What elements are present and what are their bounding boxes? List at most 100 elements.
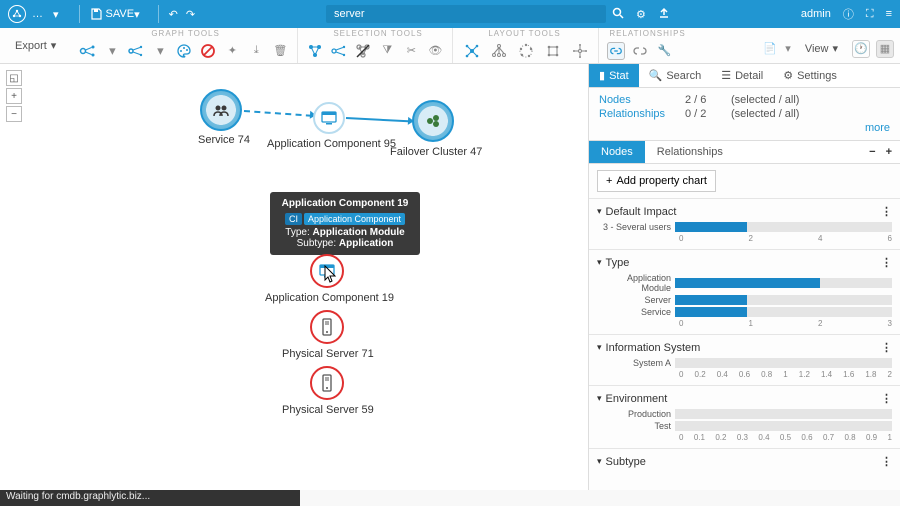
clock-icon[interactable]: 🕐 [852, 40, 870, 58]
chart-menu-icon[interactable]: ⋮ [881, 256, 892, 269]
document-icon[interactable]: 📄 [761, 40, 779, 58]
tab-stat[interactable]: ▮Stat [589, 64, 639, 87]
divider [79, 5, 80, 23]
fullscreen-icon[interactable]: ⛶ [866, 8, 874, 21]
wrench-icon[interactable]: 🔧 [655, 42, 673, 60]
chevron-down-icon[interactable]: ▾ [597, 393, 602, 404]
link-edit-icon[interactable] [631, 42, 649, 60]
node-appcomp19[interactable] [310, 254, 344, 288]
node-tooltip: Application Component 19 CIApplication C… [270, 192, 420, 255]
chart-menu-icon[interactable]: ⋮ [881, 455, 892, 468]
info-rel-link[interactable]: Relationships [599, 108, 679, 120]
tab-detail[interactable]: ☰Detail [711, 64, 773, 87]
zoom-in-icon[interactable]: + [6, 88, 22, 104]
forbid-icon[interactable] [199, 42, 217, 60]
info-nodes-link[interactable]: Nodes [599, 94, 679, 106]
chevron-down-icon[interactable]: ▾ [597, 456, 602, 467]
subtab-nodes[interactable]: Nodes [589, 141, 645, 163]
node-tool-icon[interactable] [79, 42, 97, 60]
node-failover47[interactable] [412, 100, 454, 142]
chart-menu-icon[interactable]: ⋮ [881, 205, 892, 218]
hamburger-icon[interactable]: ≡ [886, 8, 892, 20]
chart-row: Production [597, 409, 892, 419]
search-input[interactable] [326, 5, 606, 23]
info-icon[interactable]: ⓘ [843, 6, 854, 22]
plus-icon[interactable]: + [886, 146, 892, 158]
selection-tools-label: SELECTION TOOLS [333, 29, 422, 38]
link-tool-icon[interactable] [607, 42, 625, 60]
chart-tick: 2 [749, 234, 753, 243]
search-icon[interactable] [612, 7, 624, 22]
chart-tick: 1.6 [843, 370, 854, 379]
layout-circle-icon[interactable] [515, 42, 536, 60]
filter-icon[interactable]: ⧩ [378, 42, 396, 60]
chevron-down-icon[interactable]: ▾ [785, 42, 791, 55]
sidebar-toggle-icon[interactable]: ▦ [876, 40, 894, 58]
chart-tick: 0.7 [823, 433, 834, 442]
admin-label[interactable]: admin [801, 8, 831, 20]
save-button[interactable]: SAVE ▾ [90, 8, 140, 21]
select-all-icon[interactable] [306, 42, 324, 60]
node-label-physsrv71: Physical Server 71 [282, 348, 374, 360]
select-chain-icon[interactable] [330, 42, 348, 60]
tab-settings[interactable]: ⚙Settings [773, 64, 847, 87]
layout-tree-icon[interactable] [488, 42, 509, 60]
chart-category-label: Service [597, 307, 675, 317]
undo-icon[interactable]: ↶ [169, 8, 178, 21]
clear-selection-icon[interactable] [354, 42, 372, 60]
add-property-chart-button[interactable]: + Add property chart [597, 170, 716, 192]
chart-tick: 2 [818, 319, 822, 328]
graph-canvas[interactable]: ◱ + − Service 74 Application Component 9… [0, 64, 588, 490]
chevron-down-icon[interactable]: ▾ [151, 42, 169, 60]
eye-icon[interactable]: 👁 [426, 42, 444, 60]
chart-category-label: Application Module [597, 273, 675, 293]
download-icon[interactable]: ⤓ [247, 42, 265, 60]
node-service74[interactable] [200, 89, 242, 131]
fit-icon[interactable]: ◱ [6, 70, 22, 86]
palette-icon[interactable] [175, 42, 193, 60]
app-logo-icon[interactable] [8, 5, 26, 23]
redo-icon[interactable]: ↷ [186, 8, 195, 21]
chart-bar-track [675, 278, 892, 288]
chart-row: System A [597, 358, 892, 368]
minus-icon[interactable]: − [869, 146, 875, 158]
export-button[interactable]: Export ▾ [6, 35, 65, 56]
edge-2 [346, 117, 411, 122]
gears-icon[interactable]: ⚙ [636, 8, 646, 21]
chart-tick: 0.1 [694, 433, 705, 442]
side-panel: ▮Stat 🔍Search ☰Detail ⚙Settings Nodes 2 … [588, 64, 900, 490]
star-icon[interactable]: ✦ [223, 42, 241, 60]
chart-title: Information System [606, 342, 701, 354]
chart-tick: 3 [888, 319, 892, 328]
zoom-out-icon[interactable]: − [6, 106, 22, 122]
branch-tool-icon[interactable] [127, 42, 145, 60]
tooltip-ci-prefix: CI [285, 213, 302, 225]
save-icon [90, 8, 102, 20]
chart-menu-icon[interactable]: ⋮ [881, 341, 892, 354]
subtab-relationships[interactable]: Relationships [645, 141, 735, 163]
layout-radial-icon[interactable] [569, 42, 590, 60]
chevron-down-icon: ▾ [832, 42, 838, 55]
view-button[interactable]: View ▾ [797, 39, 846, 58]
chart-menu-icon[interactable]: ⋮ [881, 392, 892, 405]
node-physsrv71[interactable] [310, 310, 344, 344]
chart-axis: 00.10.20.30.40.50.60.70.80.91 [679, 433, 892, 442]
upload-icon[interactable] [658, 7, 670, 22]
chevron-down-icon[interactable]: ▾ [103, 42, 121, 60]
divider [158, 5, 159, 23]
cut-icon[interactable]: ✂ [402, 42, 420, 60]
chart-bar-track [675, 358, 892, 368]
chart-tick: 0.6 [739, 370, 750, 379]
menu-dots-icon[interactable]: … [32, 8, 43, 20]
chevron-down-icon[interactable]: ▾ [597, 206, 602, 217]
tab-search[interactable]: 🔍Search [639, 64, 712, 87]
menu-caret-icon[interactable]: ▾ [53, 8, 59, 21]
trash-icon[interactable]: 🗑 [271, 42, 289, 60]
layout-force-icon[interactable] [461, 42, 482, 60]
chevron-down-icon[interactable]: ▾ [597, 342, 602, 353]
node-physsrv59[interactable] [310, 366, 344, 400]
layout-grid-icon[interactable] [542, 42, 563, 60]
chevron-down-icon[interactable]: ▾ [597, 257, 602, 268]
node-appcomp95[interactable] [313, 102, 345, 134]
info-more-link[interactable]: more [731, 122, 890, 134]
